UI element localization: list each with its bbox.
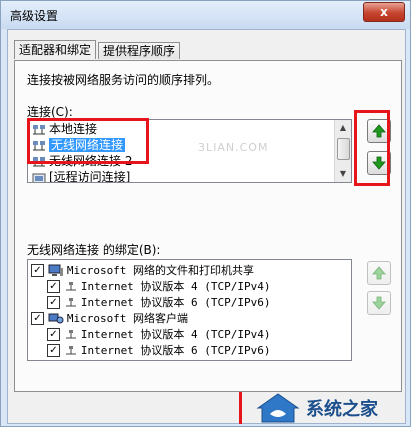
checkbox-checked[interactable]: ✓ [47, 328, 60, 341]
protocol-icon [65, 345, 76, 354]
tree-item-label: Internet 协议版本 4 (TCP/IPv4) [80, 280, 271, 293]
title-bar[interactable]: 高级设置 x [1, 1, 410, 29]
tree-item[interactable]: ✓ Internet 协议版本 6 (TCP/IPv6) [47, 342, 271, 358]
tree-item[interactable]: ✓ Internet 协议版本 4 (TCP/IPv4) [47, 326, 271, 342]
connections-scrollbar[interactable]: ▲ ▼ [334, 120, 351, 182]
tree-item[interactable]: ✓ Microsoft 网络的文件和打印机共享 [31, 262, 254, 278]
list-item-label: [远程访问连接] [49, 170, 131, 183]
up-arrow-icon [372, 266, 386, 280]
tab-panel: 连接按被网络服务访问的顺序排列。 连接(C): 本地连接 无线网络连接 无线网络… [14, 60, 402, 392]
house-logo-icon [256, 393, 300, 423]
tree-item-label: Internet 协议版本 4 (TCP/IPv4) [80, 328, 271, 341]
bindings-label: 无线网络连接 的绑定(B): [27, 243, 161, 257]
tree-item[interactable]: ✓ Internet 协议版本 6 (TCP/IPv6) [47, 294, 271, 310]
description-text: 连接按被网络服务访问的顺序排列。 [27, 73, 220, 87]
window-title: 高级设置 [10, 9, 59, 23]
site-logo: 系统之家 [244, 388, 411, 425]
checkbox-checked[interactable]: ✓ [47, 344, 60, 357]
remote-access-icon [32, 173, 46, 182]
tab-provider-order[interactable]: 提供程序顺序 [98, 42, 181, 59]
tab-adapters-and-bindings[interactable]: 适配器和绑定 [14, 40, 97, 59]
site-name-text: 系统之家 [306, 399, 378, 420]
tree-item-label: Microsoft 网络客户端 [66, 312, 189, 325]
scrollbar-thumb[interactable] [337, 138, 350, 160]
protocol-icon [65, 297, 76, 306]
computer-icon [48, 264, 63, 276]
checkbox-checked[interactable]: ✓ [47, 296, 60, 309]
list-item[interactable]: [远程访问连接] [32, 169, 131, 183]
checkbox-checked[interactable]: ✓ [47, 280, 60, 293]
bindings-tree[interactable]: ✓ Microsoft 网络的文件和打印机共享 ✓ Internet 协议版本 … [27, 259, 352, 361]
protocol-icon [65, 329, 76, 338]
network-client-icon [48, 313, 64, 324]
down-arrow-icon [372, 296, 386, 310]
advanced-settings-window: 高级设置 x 适配器和绑定 提供程序顺序 连接按被网络服务访问的顺序排列。 连接… [0, 0, 411, 427]
checkbox-checked[interactable]: ✓ [31, 264, 44, 277]
highlight-box-arrows [354, 110, 390, 186]
tree-item-label: Microsoft 网络的文件和打印机共享 [66, 264, 255, 277]
tree-item[interactable]: ✓ Microsoft 网络客户端 [31, 310, 188, 326]
tree-item[interactable]: ✓ Internet 协议版本 4 (TCP/IPv4) [47, 278, 271, 294]
binding-move-down-button[interactable] [367, 291, 391, 315]
close-button[interactable]: x [363, 2, 405, 22]
dialog-body: 适配器和绑定 提供程序顺序 连接按被网络服务访问的顺序排列。 连接(C): 本地… [7, 29, 406, 424]
highlight-line [239, 392, 242, 424]
tree-item-label: Internet 协议版本 6 (TCP/IPv6) [80, 344, 271, 357]
checkbox-checked[interactable]: ✓ [31, 312, 44, 325]
protocol-icon [65, 281, 76, 290]
highlight-box-connections [27, 118, 149, 164]
tree-item-label: Internet 协议版本 6 (TCP/IPv6) [80, 296, 271, 309]
scroll-up-icon[interactable]: ▲ [336, 121, 350, 135]
scroll-down-icon[interactable]: ▼ [336, 167, 350, 181]
binding-move-up-button[interactable] [367, 261, 391, 285]
watermark-text: 3LIAN.COM [198, 141, 269, 154]
